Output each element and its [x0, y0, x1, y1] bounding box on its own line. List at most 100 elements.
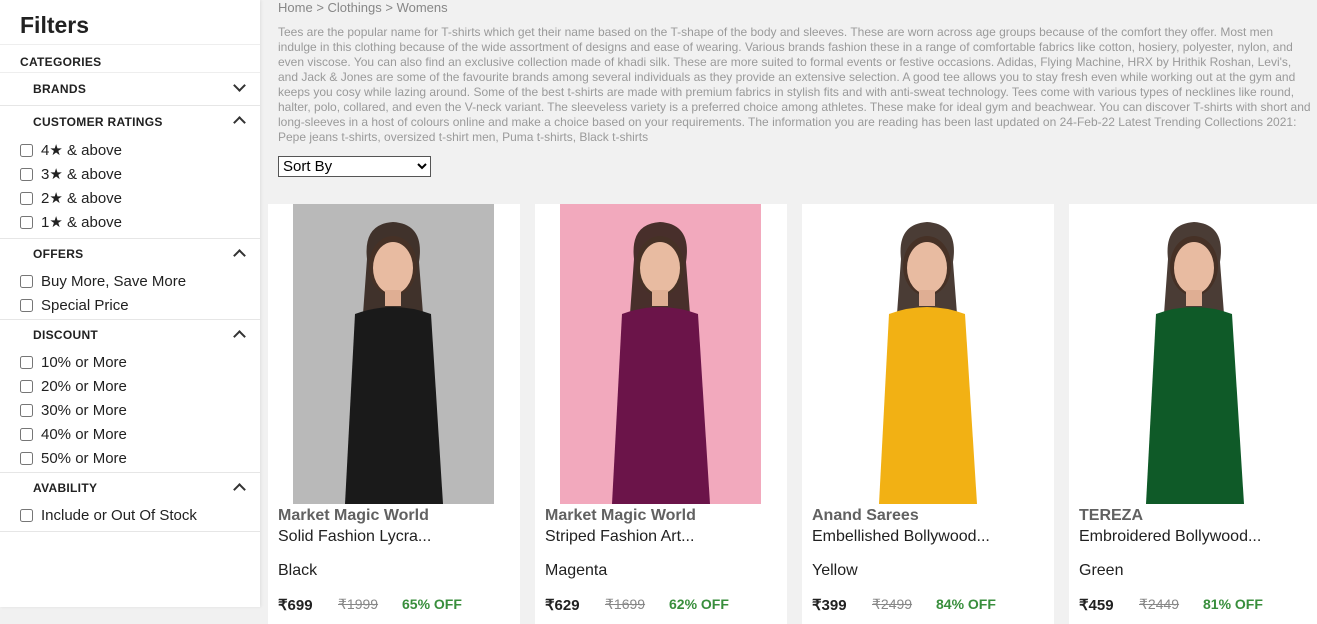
availability-label: AVABILITY	[33, 481, 98, 495]
discount-50-label: 50% or More	[41, 449, 127, 467]
breadcrumb-womens[interactable]: Womens	[397, 0, 448, 15]
product-card[interactable]: Anand Sarees Embellished Bollywood... Ye…	[802, 204, 1054, 624]
rating-2-checkbox[interactable]	[20, 191, 33, 205]
discount-label: DISCOUNT	[33, 328, 99, 342]
discount-30-checkbox[interactable]	[20, 403, 33, 417]
product-name[interactable]: Embellished Bollywood...	[812, 528, 990, 546]
breadcrumb-separator: >	[385, 0, 393, 15]
brands-header[interactable]: BRANDS	[0, 73, 260, 105]
brands-section: BRANDS	[0, 73, 260, 106]
rating-4-label: 4★ & above	[41, 142, 122, 159]
model-neck	[1186, 290, 1202, 306]
offers-label: OFFERS	[33, 247, 84, 261]
rating-1-label: 1★ & above	[41, 214, 122, 231]
rating-1-checkbox[interactable]	[20, 215, 33, 229]
product-color: Magenta	[545, 562, 608, 579]
product-color: Green	[1079, 562, 1124, 579]
product-garment	[879, 307, 977, 504]
breadcrumb-clothings[interactable]: Clothings	[328, 0, 382, 15]
discount-header[interactable]: DISCOUNT	[0, 320, 260, 350]
product-price: ₹629	[545, 597, 580, 614]
rating-3-label: 3★ & above	[41, 166, 122, 183]
offer-buy-more-checkbox[interactable]	[20, 274, 33, 288]
model-neck	[652, 290, 668, 306]
offer-option-buy-more[interactable]: Buy More, Save More	[0, 269, 260, 293]
discount-option-20[interactable]: 20% or More	[0, 374, 260, 398]
product-image[interactable]	[560, 204, 761, 504]
breadcrumb-separator: >	[316, 0, 324, 15]
discount-option-10[interactable]: 10% or More	[0, 350, 260, 374]
discount-30-label: 30% or More	[41, 401, 127, 419]
offer-option-special-price[interactable]: Special Price	[0, 293, 260, 317]
rating-4-checkbox[interactable]	[20, 143, 33, 157]
discount-50-checkbox[interactable]	[20, 451, 33, 465]
product-image[interactable]	[827, 204, 1028, 504]
rating-3-checkbox[interactable]	[20, 167, 33, 181]
discount-10-checkbox[interactable]	[20, 355, 33, 369]
availability-option-out-of-stock[interactable]: Include or Out Of Stock	[0, 503, 260, 527]
product-color: Black	[278, 562, 318, 579]
discount-section: DISCOUNT 10% or More 20% or More 30% or …	[0, 320, 260, 473]
rating-option-2[interactable]: 2★ & above	[0, 186, 260, 210]
product-discount: 62% OFF	[669, 596, 729, 612]
filters-sidebar: Filters CATEGORIES BRANDS CUSTOMER RATIN…	[0, 0, 260, 607]
offer-buy-more-label: Buy More, Save More	[41, 272, 187, 290]
categories-label: CATEGORIES	[0, 45, 260, 73]
ratings-header[interactable]: CUSTOMER RATINGS	[0, 106, 260, 138]
model-face	[1174, 242, 1214, 294]
out-of-stock-label: Include or Out Of Stock	[41, 506, 197, 524]
model-neck	[385, 290, 401, 306]
ratings-label: CUSTOMER RATINGS	[33, 115, 163, 129]
product-brand: Market Magic World	[545, 507, 696, 524]
out-of-stock-checkbox[interactable]	[20, 508, 33, 522]
discount-40-label: 40% or More	[41, 425, 127, 443]
product-card[interactable]: Market Magic World Solid Fashion Lycra..…	[268, 204, 520, 624]
discount-option-40[interactable]: 40% or More	[0, 422, 260, 446]
discount-40-checkbox[interactable]	[20, 427, 33, 441]
product-card[interactable]: TEREZA Embroidered Bollywood... Green ₹4…	[1069, 204, 1317, 624]
product-mrp: ₹2449	[1139, 596, 1180, 612]
chevron-up-icon	[233, 483, 246, 496]
availability-section: AVABILITY Include or Out Of Stock	[0, 473, 260, 532]
breadcrumb-home[interactable]: Home	[278, 0, 313, 15]
product-price: ₹399	[812, 597, 847, 614]
product-price: ₹699	[278, 597, 313, 614]
model-neck	[919, 290, 935, 306]
product-mrp: ₹1999	[338, 596, 379, 612]
discount-20-label: 20% or More	[41, 377, 127, 395]
product-name[interactable]: Striped Fashion Art...	[545, 528, 694, 546]
product-grid: Market Magic World Solid Fashion Lycra..…	[268, 204, 1317, 624]
product-name[interactable]: Embroidered Bollywood...	[1079, 528, 1261, 546]
product-mrp: ₹2499	[872, 596, 913, 612]
model-face	[907, 242, 947, 294]
product-garment	[612, 307, 710, 504]
chevron-up-icon	[233, 249, 246, 262]
discount-20-checkbox[interactable]	[20, 379, 33, 393]
offer-special-price-checkbox[interactable]	[20, 298, 33, 312]
sort-select[interactable]: Sort By	[278, 156, 431, 177]
rating-option-3[interactable]: 3★ & above	[0, 162, 260, 186]
availability-header[interactable]: AVABILITY	[0, 473, 260, 503]
model-face	[640, 242, 680, 294]
filters-title: Filters	[0, 0, 260, 45]
chevron-up-icon	[233, 330, 246, 343]
discount-option-30[interactable]: 30% or More	[0, 398, 260, 422]
product-discount: 65% OFF	[402, 596, 462, 612]
product-brand: TEREZA	[1079, 507, 1143, 524]
product-garment	[345, 307, 443, 504]
product-discount: 81% OFF	[1203, 596, 1263, 612]
discount-option-50[interactable]: 50% or More	[0, 446, 260, 470]
product-image[interactable]	[1094, 204, 1295, 504]
rating-2-label: 2★ & above	[41, 190, 122, 207]
discount-10-label: 10% or More	[41, 353, 127, 371]
offer-special-price-label: Special Price	[41, 296, 129, 314]
rating-option-4[interactable]: 4★ & above	[0, 138, 260, 162]
product-card[interactable]: Market Magic World Striped Fashion Art..…	[535, 204, 787, 624]
rating-option-1[interactable]: 1★ & above	[0, 210, 260, 234]
offers-section: OFFERS Buy More, Save More Special Price	[0, 239, 260, 320]
product-image[interactable]	[293, 204, 494, 504]
offers-header[interactable]: OFFERS	[0, 239, 260, 269]
product-garment	[1146, 307, 1244, 504]
product-name[interactable]: Solid Fashion Lycra...	[278, 528, 431, 546]
product-discount: 84% OFF	[936, 596, 996, 612]
